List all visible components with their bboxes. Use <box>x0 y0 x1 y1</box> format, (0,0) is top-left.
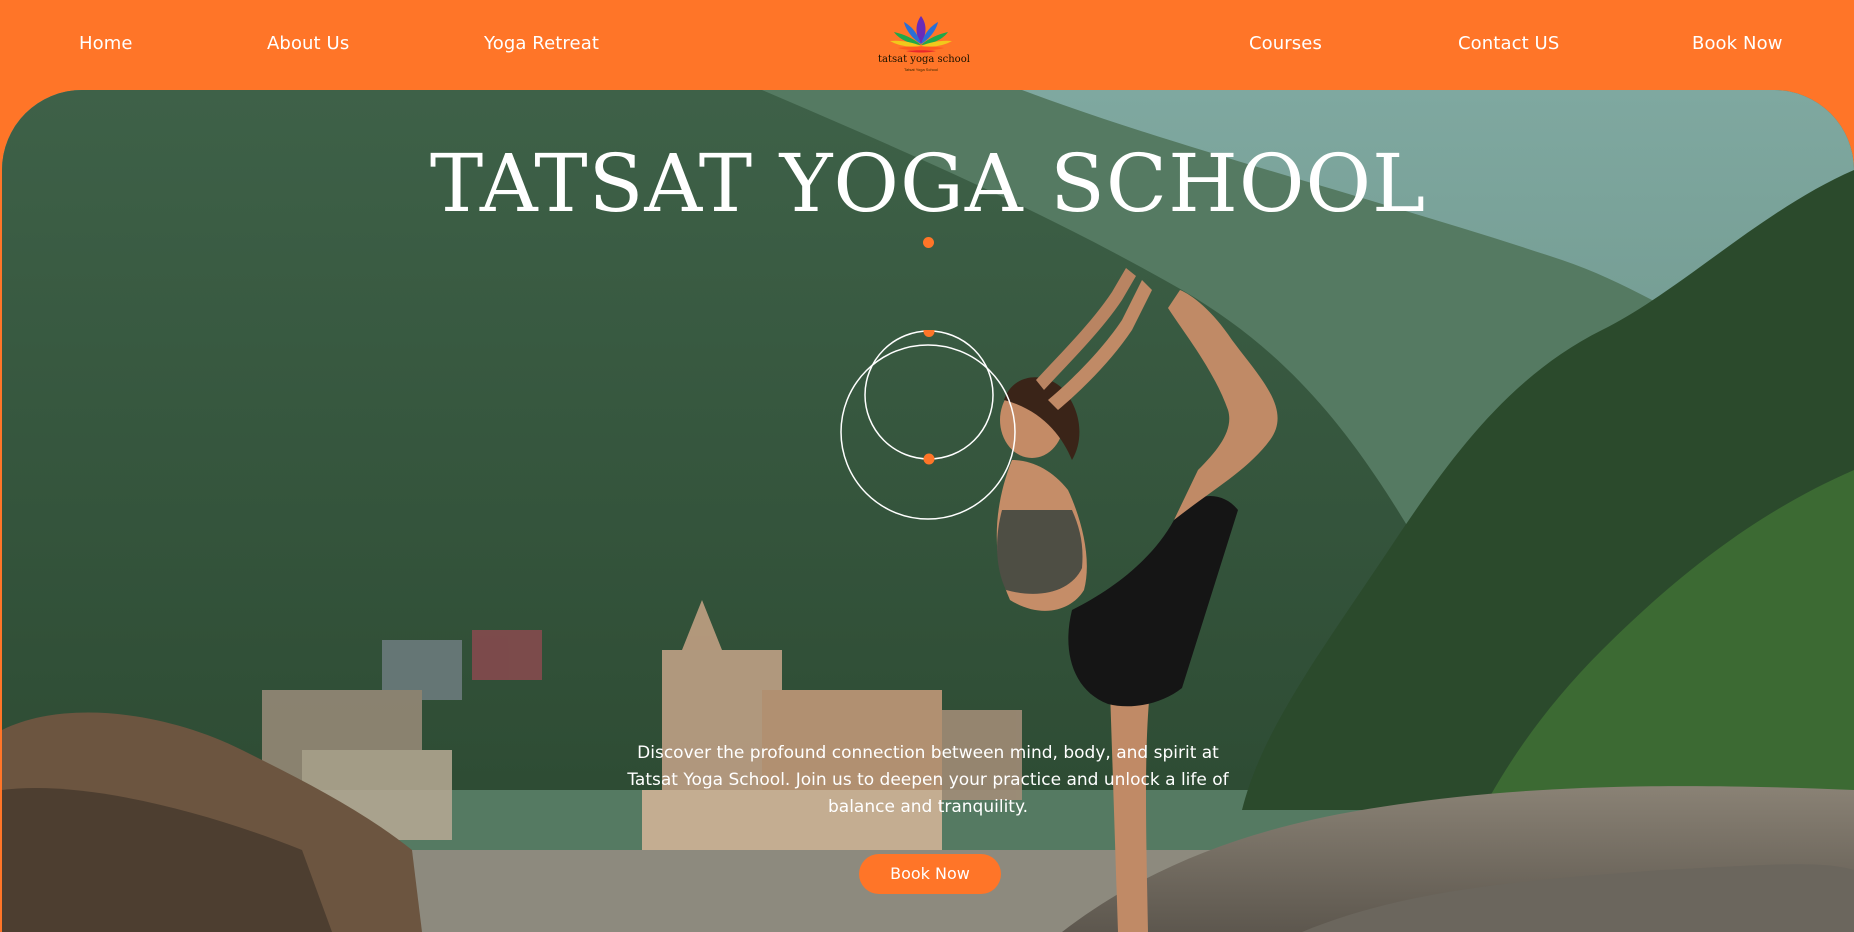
circle-decoration-icon <box>840 330 1016 520</box>
nav-contact-link[interactable]: Contact US <box>1458 30 1559 58</box>
nav-home-link[interactable]: Home <box>79 30 133 58</box>
nav-yoga-retreat-link[interactable]: Yoga Retreat <box>484 30 599 58</box>
hero-description: Discover the profound connection between… <box>627 743 1229 817</box>
nav-book-now-link[interactable]: Book Now <box>1692 30 1783 58</box>
nav-about-link[interactable]: About Us <box>267 30 349 58</box>
lotus-icon <box>890 16 952 53</box>
site-logo[interactable]: tatsat yoga school Tatsat Yoga School <box>878 14 970 76</box>
title-accent-dot <box>923 237 934 248</box>
top-navigation: Home About Us Yoga Retreat tatsat yoga s… <box>0 0 1854 90</box>
logo-tagline: Tatsat Yoga School <box>903 67 939 72</box>
logo-wordmark: tatsat yoga school <box>878 54 970 65</box>
hero-section: TATSAT YOGA SCHOOL Discover the profound… <box>2 90 1854 932</box>
nav-courses-link[interactable]: Courses <box>1249 30 1322 58</box>
hero-book-now-button[interactable]: Book Now <box>859 854 1001 894</box>
hero-title: TATSAT YOGA SCHOOL <box>429 137 1427 230</box>
